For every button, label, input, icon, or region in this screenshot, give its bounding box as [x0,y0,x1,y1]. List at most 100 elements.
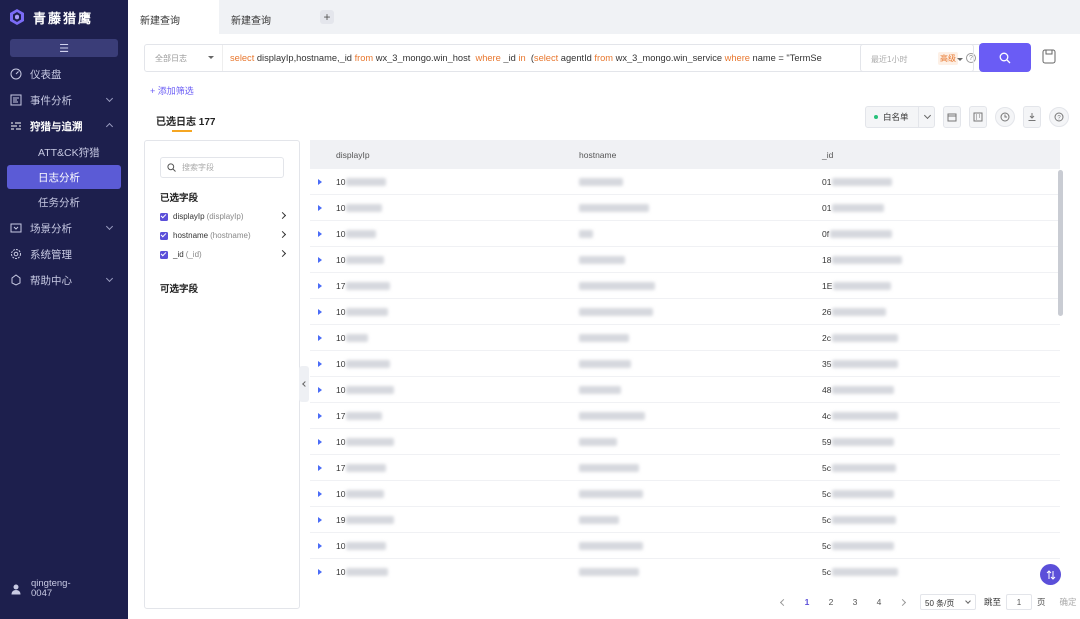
jump-page-input[interactable]: 1 [1006,594,1033,610]
nav-label: 仪表盘 [30,68,62,81]
id-prefix: 59 [822,436,832,447]
expand-row-icon[interactable] [310,360,336,367]
nav-scene-analysis[interactable]: 场景分析 [0,215,128,241]
table-row[interactable]: 10 48 [310,377,1060,403]
optional-fields-heading: 可选字段 [160,284,199,295]
sql-input[interactable]: select displayIp,hostname,_id from wx_3_… [223,53,938,63]
nav-event-analysis[interactable]: 事件分析 [0,87,128,113]
redacted-value [830,229,893,238]
help-button[interactable]: ? [1049,107,1069,127]
float-action-button[interactable] [1040,564,1061,585]
redacted-value [579,385,621,394]
page-number[interactable]: 1 [795,597,819,607]
table-row[interactable]: 10 59 [310,429,1060,455]
redacted-value [346,515,395,524]
expand-row-icon[interactable] [310,438,336,445]
sidebar-collapse-button[interactable]: ☰ [10,39,118,57]
panel-collapse-toggle[interactable] [299,366,309,402]
chevron-right-icon[interactable] [278,230,287,239]
nav-dashboard[interactable]: 仪表盘 [0,61,128,87]
expand-row-icon[interactable] [310,490,336,497]
checkbox[interactable] [160,212,168,221]
sidebar-item-attck[interactable]: ATT&CK狩猎 [7,140,121,164]
field-item[interactable]: _id (_id) [160,248,287,261]
report-button[interactable] [969,106,987,128]
log-source-select[interactable]: 全部日志 [145,45,223,71]
column-header[interactable]: displayIp [336,150,579,160]
field-item[interactable]: displayIp (displayIp) [160,210,287,223]
logo-icon [10,9,24,25]
expand-row-icon[interactable] [310,230,336,237]
nav-hunting[interactable]: 狩猎与追溯 [0,113,128,139]
table-row[interactable]: 10 35 [310,351,1060,377]
nav-system-management[interactable]: 系统管理 [0,241,128,267]
table-row[interactable]: 10 18 [310,247,1060,273]
table-row[interactable]: 17 1E [310,273,1060,299]
table-row[interactable]: 17 4c [310,403,1060,429]
table-row[interactable]: 17 5c [310,455,1060,481]
column-header[interactable]: hostname [579,150,822,160]
sidebar-item-task-analysis[interactable]: 任务分析 [7,190,121,214]
expand-row-icon[interactable] [310,334,336,341]
expand-row-icon[interactable] [310,204,336,211]
chevron-right-icon[interactable] [278,249,287,258]
chevron-left-icon[interactable] [779,598,788,606]
tab-query-1[interactable]: 新建查询 [128,0,219,34]
history-button[interactable] [995,107,1015,127]
page-number[interactable]: 4 [867,597,891,607]
table-row[interactable]: 10 2c [310,325,1060,351]
cell-displayip: 17 [336,281,579,291]
search-button[interactable] [979,43,1031,72]
nav-help-center[interactable]: 帮助中心 [0,267,128,293]
query-tabs: 新建查询 新建查询 + [128,0,1080,34]
expand-row-icon[interactable] [310,412,336,419]
redacted-value [832,203,885,212]
ip-prefix: 10 [336,566,346,577]
expand-row-icon[interactable] [310,464,336,471]
expand-row-icon[interactable] [310,256,336,263]
download-button[interactable] [1023,106,1041,128]
table-row[interactable]: 19 5c [310,507,1060,533]
table-scrollbar[interactable] [1058,170,1063,316]
column-header[interactable]: _id [822,150,1060,160]
whitelist-button[interactable]: 白名单 [865,106,935,128]
tab-query-2[interactable]: 新建查询 [219,0,310,34]
checkbox[interactable] [160,231,168,240]
page-size-select[interactable]: 50 条/页 [920,594,976,610]
table-row[interactable]: 10 5c [310,559,1060,580]
chevron-right-icon[interactable] [898,598,907,606]
table-row[interactable]: 10 5c [310,533,1060,559]
field-search-input[interactable]: 搜索字段 [160,157,284,178]
logo: 青藤猎鹰 [0,0,128,34]
ip-prefix: 10 [336,228,346,239]
table-row[interactable]: 10 26 [310,299,1060,325]
id-prefix: 0f [822,228,830,239]
table-row[interactable]: 10 01 [310,169,1060,195]
redacted-value [833,281,892,290]
expand-row-icon[interactable] [310,282,336,289]
table-row[interactable]: 10 0f [310,221,1060,247]
expand-row-icon[interactable] [310,568,336,575]
page-number[interactable]: 3 [843,597,867,607]
page-number[interactable]: 2 [819,597,843,607]
table-row[interactable]: 10 01 [310,195,1060,221]
field-item[interactable]: hostname (hostname) [160,229,287,242]
expand-row-icon[interactable] [310,178,336,185]
expand-row-icon[interactable] [310,386,336,393]
redacted-value [831,463,896,472]
sidebar-item-log-analysis[interactable]: 日志分析 [7,165,121,189]
redacted-value [832,385,895,394]
save-icon[interactable] [1042,49,1056,64]
add-filter-link[interactable]: + 添加筛选 [150,84,194,97]
user-profile[interactable]: qingteng-0047 [0,579,91,599]
checkbox[interactable] [160,250,168,259]
time-range-select[interactable]: 最近1小时 [860,44,974,72]
chevron-right-icon[interactable] [278,211,287,220]
add-tab-button[interactable]: + [320,10,334,24]
jump-confirm-button[interactable]: 确定 [1060,596,1077,608]
expand-row-icon[interactable] [310,542,336,549]
expand-row-icon[interactable] [310,308,336,315]
expand-row-icon[interactable] [310,516,336,523]
calendar-button[interactable] [943,106,961,128]
table-row[interactable]: 10 5c [310,481,1060,507]
